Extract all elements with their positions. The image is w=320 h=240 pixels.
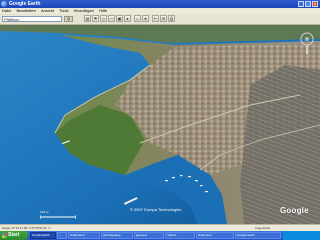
menu-file[interactable]: Datei bbox=[2, 8, 11, 13]
record-tour-icon[interactable]: ● bbox=[124, 15, 131, 22]
taskbar-item[interactable]: Unbenannt bbox=[68, 232, 100, 239]
close-button[interactable]: × bbox=[312, 1, 318, 8]
start-button[interactable]: Start bbox=[0, 231, 28, 240]
sky-icon[interactable]: ★ bbox=[142, 15, 149, 22]
window-title: Google Earth bbox=[9, 1, 41, 7]
scale-label: 126 m bbox=[40, 210, 49, 214]
earth-3d-view[interactable] bbox=[0, 25, 320, 231]
maximize-button[interactable]: □ bbox=[305, 1, 311, 8]
search-button[interactable]: Q bbox=[64, 16, 73, 22]
taskbar-item[interactable]: Yahoo! bbox=[165, 232, 195, 239]
windows-logo-icon bbox=[2, 233, 7, 238]
google-logo: Google bbox=[280, 206, 309, 215]
taskbar-item[interactable]: Google Earth bbox=[235, 232, 281, 239]
print-icon[interactable]: ⎙ bbox=[168, 15, 175, 22]
title-bar: Google Earth _ □ × bbox=[0, 0, 320, 8]
overlay-icon[interactable]: ▣ bbox=[116, 15, 123, 22]
placemark-icon[interactable]: ⚑ bbox=[92, 15, 99, 22]
hide-sidebar-icon[interactable]: ▤ bbox=[84, 15, 91, 22]
minimize-button[interactable]: _ bbox=[298, 1, 304, 8]
scale-bar bbox=[40, 215, 76, 219]
search-toolbar: Pfäffikon Q ▤ ⚑ ◇ 〰 ▣ ● ☼ ★ ⊢ ✉ ⎙ bbox=[0, 14, 320, 25]
menu-view[interactable]: Ansicht bbox=[41, 8, 54, 13]
aerial-imagery bbox=[0, 25, 320, 231]
imagery-copyright: © 2007 Europa Technologies bbox=[130, 207, 182, 212]
search-input[interactable]: Pfäffikon bbox=[2, 16, 62, 22]
polygon-icon[interactable]: ◇ bbox=[100, 15, 107, 22]
zoom-slider-icon bbox=[306, 46, 308, 54]
start-label: Start bbox=[8, 232, 20, 238]
taskbar-item[interactable]: ... bbox=[57, 232, 67, 239]
ruler-icon[interactable]: ⊢ bbox=[152, 15, 159, 22]
taskbar-item[interactable]: Google Earth bbox=[30, 232, 56, 239]
google-earth-icon bbox=[1, 1, 7, 7]
path-icon[interactable]: 〰 bbox=[108, 15, 115, 22]
menu-tools[interactable]: Tools bbox=[59, 8, 68, 13]
sun-icon[interactable]: ☼ bbox=[134, 15, 141, 22]
taskbar-item[interactable]: Dokument bbox=[196, 232, 234, 239]
navigation-controls[interactable] bbox=[298, 32, 316, 54]
windows-taskbar: Start Google Earth ... Unbenannt pferdeg… bbox=[0, 231, 320, 240]
taskbar-item[interactable]: pferdegalopp bbox=[101, 232, 133, 239]
menu-add[interactable]: Hinzufügen bbox=[74, 8, 94, 13]
system-tray bbox=[282, 231, 320, 240]
email-icon[interactable]: ✉ bbox=[160, 15, 167, 22]
taskbar-item[interactable]: geoview bbox=[134, 232, 164, 239]
menu-edit[interactable]: Bearbeiten bbox=[16, 8, 35, 13]
menu-help[interactable]: Hilfe bbox=[99, 8, 107, 13]
